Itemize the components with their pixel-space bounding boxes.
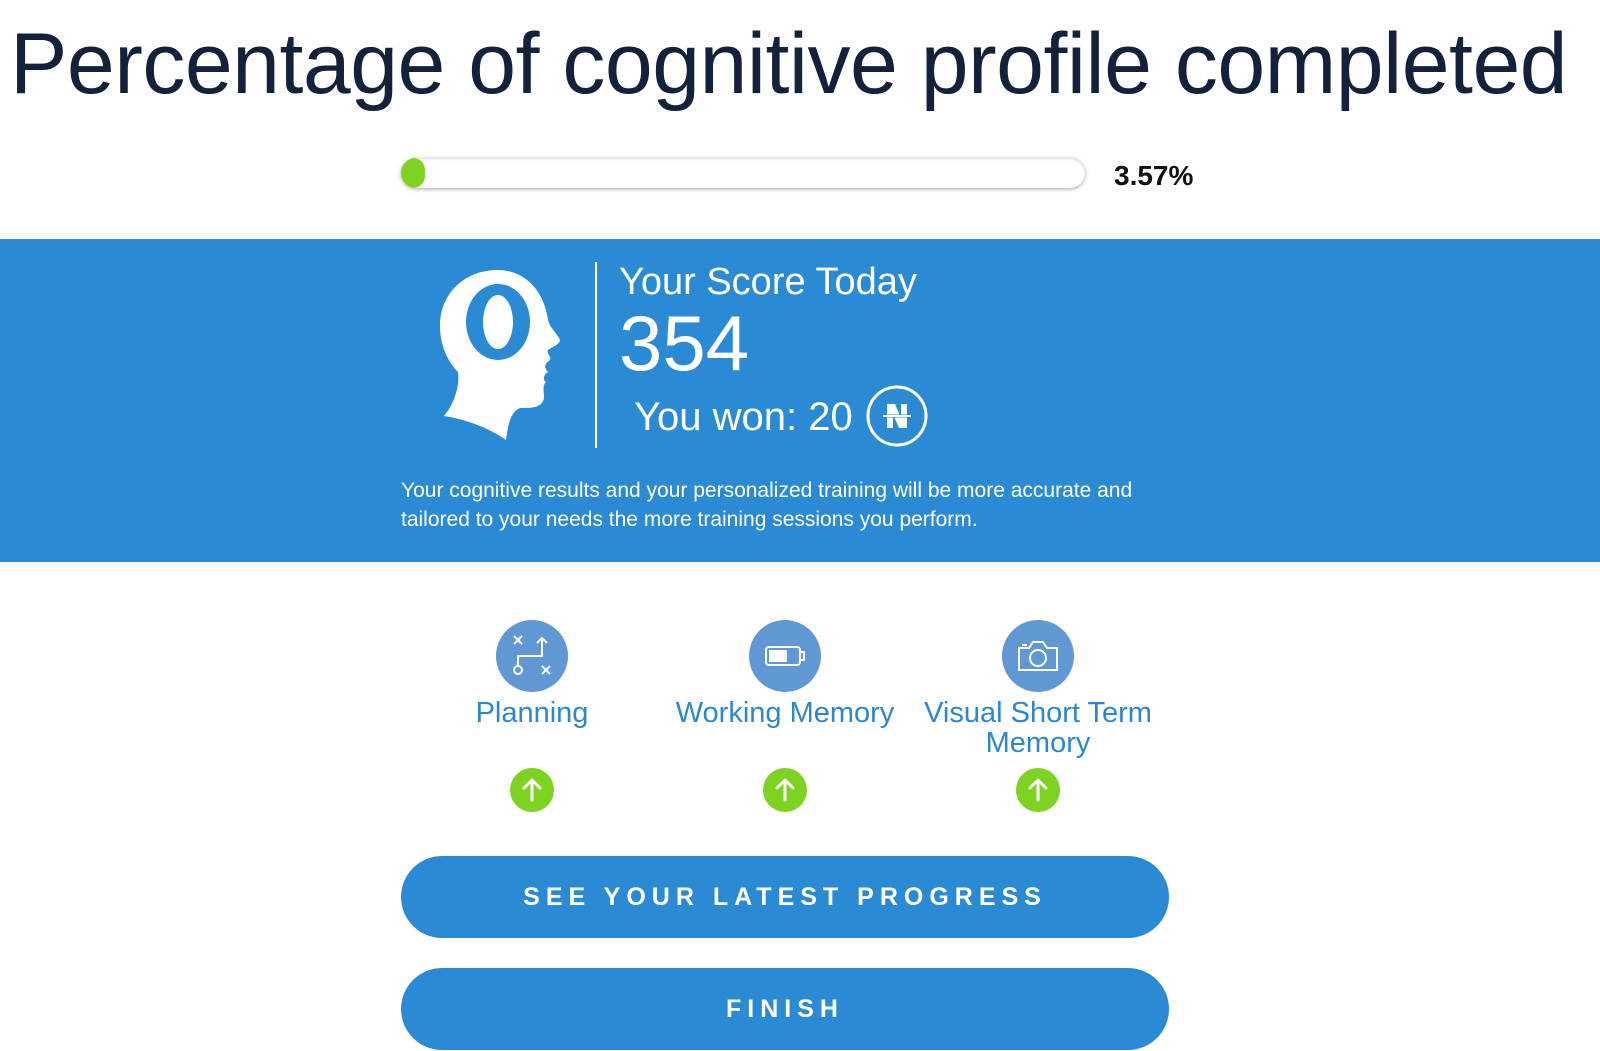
arrow-up-icon <box>510 768 554 812</box>
finish-button[interactable]: FINISH <box>401 968 1169 1050</box>
head-logo-icon <box>440 270 560 440</box>
camera-icon <box>1002 620 1074 692</box>
won-text: You won: 20 <box>634 395 853 439</box>
arrow-up-icon <box>763 768 807 812</box>
planning-icon <box>496 620 568 692</box>
skill-working-memory: Working Memory <box>660 620 910 817</box>
score-description: Your cognitive results and your personal… <box>401 479 1133 531</box>
skill-label: Planning <box>475 697 589 729</box>
progress-percentage: 3.57% <box>1114 160 1194 191</box>
neuron-coin-icon <box>866 385 928 447</box>
skill-visual-short-term-memory: Visual Short Term Memory <box>913 620 1163 817</box>
skill-label: Visual Short Term Memory <box>924 697 1152 759</box>
page: Percentage of cognitive profile complete… <box>0 0 1600 1051</box>
profile-progress-bar <box>401 158 1085 188</box>
skill-planning: Planning <box>407 620 657 817</box>
page-title: Percentage of cognitive profile complete… <box>10 16 1568 112</box>
score-divider <box>595 262 597 448</box>
battery-icon <box>749 620 821 692</box>
progress-fill <box>401 158 426 188</box>
skill-label: Working Memory <box>675 697 895 729</box>
see-latest-progress-button[interactable]: SEE YOUR LATEST PROGRESS <box>401 856 1169 938</box>
arrow-up-icon <box>1016 768 1060 812</box>
score-value: 354 <box>619 299 750 387</box>
